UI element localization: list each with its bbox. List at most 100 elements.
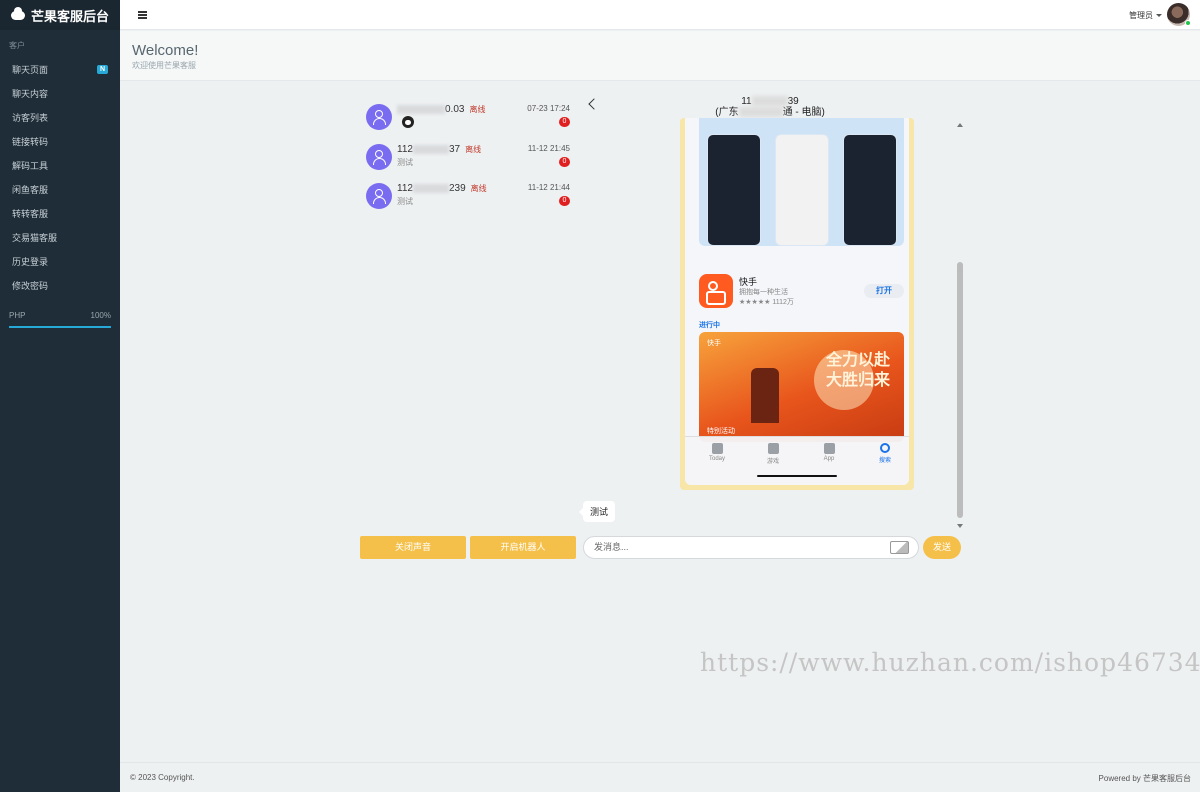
sidebar: 芒果客服后台 客户 聊天页面 N 聊天内容 访客列表 链接转码 解码工具 闲鱼客…: [0, 0, 120, 792]
mute-sound-button[interactable]: 关闭声音: [360, 536, 466, 559]
app-description: 拥抱每一种生活: [739, 289, 788, 296]
status-badge: 离线: [470, 184, 487, 193]
scroll-down-icon[interactable]: [957, 524, 963, 528]
search-icon: [880, 443, 890, 453]
sidebar-item-label: 转转客服: [12, 208, 49, 219]
progress-bar: [9, 326, 111, 328]
sidebar-item-chat-page[interactable]: 聊天页面 N: [0, 57, 120, 81]
redacted-text: [412, 144, 449, 154]
send-button[interactable]: 发送: [923, 536, 961, 559]
banner-caption: 特别活动: [707, 428, 735, 435]
php-progress: PHP 100%: [0, 297, 120, 328]
user-label: 管理员: [1129, 11, 1153, 20]
app-screenshot: [775, 134, 829, 246]
layers-icon: [823, 443, 835, 454]
banner-slogan: 全力以赴 大胜归来: [825, 350, 890, 389]
tab-apps: App: [809, 443, 849, 462]
app-screenshots: [699, 118, 904, 246]
sidebar-item-zhuanzhuan[interactable]: 转转客服: [0, 201, 120, 225]
new-badge: N: [96, 64, 108, 74]
contact-name: 0.03 离线: [397, 104, 485, 115]
user-avatar-icon: [366, 144, 392, 170]
sidebar-item-xianyu[interactable]: 闲鱼客服: [0, 177, 120, 201]
warrior-figure: [751, 368, 779, 423]
sidebar-item-label: 访客列表: [12, 112, 49, 123]
scroll-thumb[interactable]: [957, 262, 963, 518]
redacted-text: [751, 96, 788, 107]
status-badge: 离线: [465, 145, 482, 154]
brand-title: 芒果客服后台: [31, 8, 110, 24]
redacted-text: [412, 183, 449, 193]
progress-value: 100%: [90, 311, 111, 320]
page-title: Welcome!: [132, 42, 199, 59]
sidebar-item-label: 修改密码: [12, 280, 49, 291]
image-message[interactable]: 快手 拥抱每一种生活 ★★★★★ 1112万 打开 进行中 快手 全力以赴 大胜归…: [680, 118, 914, 490]
sidebar-item-visitors[interactable]: 访客列表: [0, 105, 120, 129]
avatar[interactable]: [1167, 3, 1191, 26]
copyright: © 2023 Copyright.: [130, 773, 195, 782]
scroll-up-icon[interactable]: [957, 123, 963, 127]
contact-time: 11-12 21:45: [527, 144, 570, 153]
unread-badge: 0: [559, 117, 570, 127]
footer: © 2023 Copyright. Powered by 芒果客服后台: [120, 762, 1200, 792]
progress-fill: [9, 326, 111, 328]
app-screenshot: [843, 134, 897, 246]
sidebar-item-link-encode[interactable]: 链接转码: [0, 129, 120, 153]
image-upload-icon[interactable]: [890, 541, 909, 554]
menu-toggle-icon[interactable]: [138, 11, 147, 19]
contact-time: 11-12 21:44: [527, 183, 570, 192]
contact-item[interactable]: 112 239 离线 测试 11-12 21:44 0: [364, 179, 574, 215]
sidebar-item-login-history[interactable]: 历史登录: [0, 249, 120, 273]
home-indicator: [757, 475, 837, 477]
user-menu[interactable]: 管理员: [1129, 10, 1162, 21]
unread-badge: 0: [559, 196, 570, 206]
contact-name: 112 37 离线: [397, 144, 482, 155]
back-arrow-icon[interactable]: [588, 98, 600, 110]
tab-today: Today: [697, 443, 737, 462]
sidebar-item-label: 历史登录: [12, 256, 49, 267]
sidebar-item-label: 闲鱼客服: [12, 184, 49, 195]
sidebar-item-label: 交易猫客服: [12, 232, 58, 243]
user-avatar-icon: [366, 104, 392, 130]
contact-time: 07-23 17:24: [527, 104, 570, 113]
contact-name: 112 239 离线: [397, 183, 487, 194]
contact-item[interactable]: 112 37 离线 测试 11-12 21:45 0: [364, 140, 574, 176]
banner-brand: 快手: [707, 340, 721, 347]
app-screenshot: [707, 134, 761, 246]
qq-icon: [402, 116, 414, 128]
powered-by: Powered by 芒果客服后台: [1098, 774, 1191, 783]
sidebar-item-jiaoyimao[interactable]: 交易猫客服: [0, 225, 120, 249]
status-badge: 离线: [469, 105, 486, 114]
sidebar-item-decode-tool[interactable]: 解码工具: [0, 153, 120, 177]
cloud-icon: [11, 6, 25, 20]
event-banner: 快手 全力以赴 大胜归来 特别活动: [699, 332, 904, 442]
sidebar-item-label: 解码工具: [12, 160, 49, 171]
message-input[interactable]: 发消息...: [583, 536, 919, 559]
app-store-tabbar: Today 游戏 App 搜索: [685, 436, 909, 485]
contact-item[interactable]: 0.03 离线 07-23 17:24 0: [364, 100, 574, 136]
brand[interactable]: 芒果客服后台: [0, 0, 120, 30]
kuaishou-app-icon: [699, 274, 733, 308]
chat-scrollbar[interactable]: [955, 120, 965, 530]
page-header: Welcome! 欢迎使用芒果客服: [120, 31, 1200, 81]
tab-search: 搜索: [865, 443, 905, 464]
contact-last-message: 测试: [397, 197, 413, 206]
caret-down-icon: [1156, 14, 1162, 18]
redacted-text: [738, 107, 783, 118]
app-rating: ★★★★★ 1112万: [739, 299, 794, 306]
topbar: 管理员: [120, 0, 1200, 30]
sidebar-item-change-password[interactable]: 修改密码: [0, 273, 120, 297]
online-status-dot: [1185, 20, 1191, 26]
user-avatar-icon: [366, 183, 392, 209]
enable-robot-button[interactable]: 开启机器人: [470, 536, 576, 559]
open-app-button: 打开: [864, 284, 904, 298]
sidebar-item-chat-content[interactable]: 聊天内容: [0, 81, 120, 105]
rocket-icon: [767, 443, 779, 454]
text-message-bubble: 测试: [578, 501, 616, 522]
chat-title: 11 39 (广东通 - 电脑): [715, 96, 825, 118]
sidebar-item-label: 聊天内容: [12, 88, 49, 99]
sidebar-item-label: 链接转码: [12, 136, 49, 147]
progress-label: PHP: [9, 311, 26, 320]
sidebar-item-label: 聊天页面: [12, 64, 49, 75]
watermark: https://www.huzhan.com/ishop46734: [700, 648, 1200, 677]
